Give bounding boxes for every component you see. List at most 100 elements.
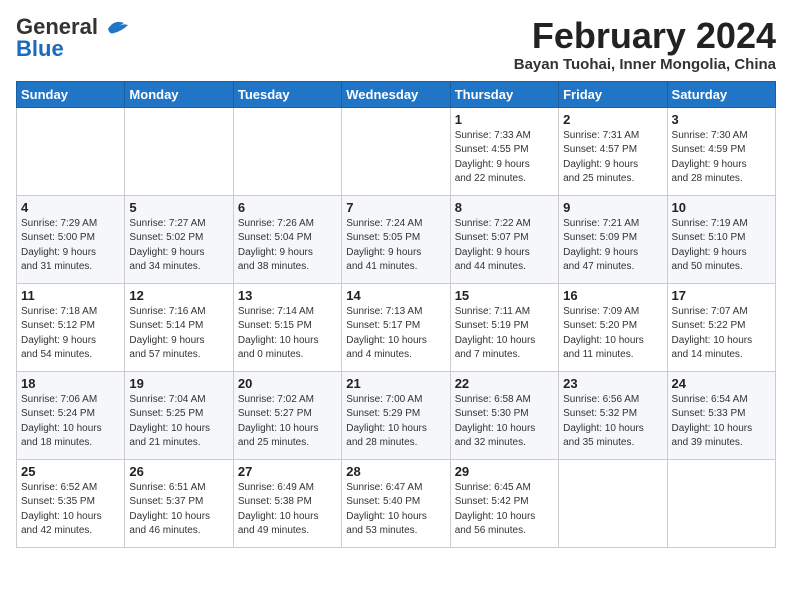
logo-bird-icon — [100, 15, 132, 43]
calendar-week-1: 1 Sunrise: 7:33 AMSunset: 4:55 PMDaylight… — [17, 107, 776, 195]
day-number: 6 — [238, 200, 337, 215]
day-number: 17 — [672, 288, 771, 303]
weekday-header-monday: Monday — [125, 81, 233, 107]
calendar-cell: 16 Sunrise: 7:09 AMSunset: 5:20 PMDayligh… — [559, 283, 667, 371]
day-info: Sunrise: 6:51 AMSunset: 5:37 PMDaylight:… — [129, 481, 228, 539]
calendar-cell: 23Sunrise: 6:56 AMSunset: 5:32 PMDayligh… — [559, 371, 667, 459]
weekday-header-tuesday: Tuesday — [233, 81, 341, 107]
calendar-cell — [125, 107, 233, 195]
location: Bayan Tuohai, Inner Mongolia, China — [514, 56, 776, 73]
calendar-cell: 29 Sunrise: 6:45 AMSunset: 5:42 PMDayligh… — [450, 459, 558, 547]
day-info: Sunrise: 6:45 AMSunset: 5:42 PMDaylight:… — [455, 481, 554, 539]
calendar-cell: 2 Sunrise: 7:31 AMSunset: 4:57 PMDaylight… — [559, 107, 667, 195]
day-number: 1 — [455, 112, 554, 127]
day-info: Sunrise: 6:52 AMSunset: 5:35 PMDaylight:… — [21, 481, 120, 539]
day-info: Sunrise: 6:47 AMSunset: 5:40 PMDaylight:… — [346, 481, 445, 539]
calendar-cell: 25 Sunrise: 6:52 AMSunset: 5:35 PMDayligh… — [17, 459, 125, 547]
weekday-header-friday: Friday — [559, 81, 667, 107]
calendar-week-5: 25 Sunrise: 6:52 AMSunset: 5:35 PMDayligh… — [17, 459, 776, 547]
day-number: 15 — [455, 288, 554, 303]
day-info: Sunrise: 7:07 AMSunset: 5:22 PMDaylight:… — [672, 305, 771, 363]
day-number: 13 — [238, 288, 337, 303]
day-info: Sunrise: 7:26 AMSunset: 5:04 PMDaylight:… — [238, 217, 337, 275]
calendar-cell: 24 Sunrise: 6:54 AMSunset: 5:33 PMDayligh… — [667, 371, 775, 459]
logo: General Blue — [16, 16, 132, 60]
day-info: Sunrise: 7:31 AMSunset: 4:57 PMDaylight:… — [563, 129, 662, 187]
calendar-cell: 12 Sunrise: 7:16 AMSunset: 5:14 PMDayligh… — [125, 283, 233, 371]
day-number: 18 — [21, 376, 120, 391]
day-info: Sunrise: 7:22 AMSunset: 5:07 PMDaylight:… — [455, 217, 554, 275]
weekday-header-saturday: Saturday — [667, 81, 775, 107]
day-info: Sunrise: 7:13 AMSunset: 5:17 PMDaylight:… — [346, 305, 445, 363]
day-number: 5 — [129, 200, 228, 215]
calendar-cell — [559, 459, 667, 547]
day-info: Sunrise: 7:09 AMSunset: 5:20 PMDaylight:… — [563, 305, 662, 363]
day-number: 14 — [346, 288, 445, 303]
calendar-cell: 27Sunrise: 6:49 AMSunset: 5:38 PMDayligh… — [233, 459, 341, 547]
day-info: Sunrise: 7:19 AMSunset: 5:10 PMDaylight:… — [672, 217, 771, 275]
day-number: 2 — [563, 112, 662, 127]
day-number: 28 — [346, 464, 445, 479]
day-number: 22 — [455, 376, 554, 391]
day-number: 21 — [346, 376, 445, 391]
weekday-header-wednesday: Wednesday — [342, 81, 450, 107]
calendar-cell: 5 Sunrise: 7:27 AMSunset: 5:02 PMDaylight… — [125, 195, 233, 283]
calendar-week-4: 18 Sunrise: 7:06 AMSunset: 5:24 PMDayligh… — [17, 371, 776, 459]
day-info: Sunrise: 7:24 AMSunset: 5:05 PMDaylight:… — [346, 217, 445, 275]
day-number: 4 — [21, 200, 120, 215]
day-info: Sunrise: 6:54 AMSunset: 5:33 PMDaylight:… — [672, 393, 771, 451]
day-number: 24 — [672, 376, 771, 391]
calendar-cell: 1 Sunrise: 7:33 AMSunset: 4:55 PMDaylight… — [450, 107, 558, 195]
calendar-cell: 13 Sunrise: 7:14 AMSunset: 5:15 PMDayligh… — [233, 283, 341, 371]
day-info: Sunrise: 7:33 AMSunset: 4:55 PMDaylight:… — [455, 129, 554, 187]
day-number: 8 — [455, 200, 554, 215]
calendar-cell: 10Sunrise: 7:19 AMSunset: 5:10 PMDayligh… — [667, 195, 775, 283]
calendar-cell: 9Sunrise: 7:21 AMSunset: 5:09 PMDaylight… — [559, 195, 667, 283]
day-info: Sunrise: 7:18 AMSunset: 5:12 PMDaylight:… — [21, 305, 120, 363]
logo-blue: Blue — [16, 36, 64, 61]
day-number: 20 — [238, 376, 337, 391]
calendar-week-3: 11 Sunrise: 7:18 AMSunset: 5:12 PMDayligh… — [17, 283, 776, 371]
calendar-table: SundayMondayTuesdayWednesdayThursdayFrid… — [16, 81, 776, 548]
day-number: 29 — [455, 464, 554, 479]
day-number: 11 — [21, 288, 120, 303]
day-info: Sunrise: 7:14 AMSunset: 5:15 PMDaylight:… — [238, 305, 337, 363]
calendar-cell: 11 Sunrise: 7:18 AMSunset: 5:12 PMDayligh… — [17, 283, 125, 371]
day-number: 19 — [129, 376, 228, 391]
calendar-cell: 15 Sunrise: 7:11 AMSunset: 5:19 PMDayligh… — [450, 283, 558, 371]
calendar-week-2: 4Sunrise: 7:29 AMSunset: 5:00 PMDaylight… — [17, 195, 776, 283]
page-header: General Blue February 2024 Bayan Tuohai,… — [16, 16, 776, 73]
calendar-cell: 21 Sunrise: 7:00 AMSunset: 5:29 PMDayligh… — [342, 371, 450, 459]
calendar-cell: 22 Sunrise: 6:58 AMSunset: 5:30 PMDayligh… — [450, 371, 558, 459]
day-number: 12 — [129, 288, 228, 303]
calendar-cell — [233, 107, 341, 195]
weekday-header-row: SundayMondayTuesdayWednesdayThursdayFrid… — [17, 81, 776, 107]
day-number: 26 — [129, 464, 228, 479]
weekday-header-thursday: Thursday — [450, 81, 558, 107]
day-info: Sunrise: 7:16 AMSunset: 5:14 PMDaylight:… — [129, 305, 228, 363]
day-info: Sunrise: 6:56 AMSunset: 5:32 PMDaylight:… — [563, 393, 662, 451]
day-info: Sunrise: 7:02 AMSunset: 5:27 PMDaylight:… — [238, 393, 337, 451]
calendar-cell: 17 Sunrise: 7:07 AMSunset: 5:22 PMDayligh… — [667, 283, 775, 371]
calendar-cell: 19Sunrise: 7:04 AMSunset: 5:25 PMDayligh… — [125, 371, 233, 459]
day-number: 7 — [346, 200, 445, 215]
day-info: Sunrise: 7:06 AMSunset: 5:24 PMDaylight:… — [21, 393, 120, 451]
calendar-cell: 28 Sunrise: 6:47 AMSunset: 5:40 PMDayligh… — [342, 459, 450, 547]
calendar-cell — [342, 107, 450, 195]
calendar-cell: 8 Sunrise: 7:22 AMSunset: 5:07 PMDaylight… — [450, 195, 558, 283]
calendar-cell — [667, 459, 775, 547]
title-block: February 2024 Bayan Tuohai, Inner Mongol… — [514, 16, 776, 73]
day-info: Sunrise: 7:00 AMSunset: 5:29 PMDaylight:… — [346, 393, 445, 451]
calendar-cell: 7 Sunrise: 7:24 AMSunset: 5:05 PMDaylight… — [342, 195, 450, 283]
day-number: 25 — [21, 464, 120, 479]
calendar-cell: 4Sunrise: 7:29 AMSunset: 5:00 PMDaylight… — [17, 195, 125, 283]
day-info: Sunrise: 7:27 AMSunset: 5:02 PMDaylight:… — [129, 217, 228, 275]
day-number: 27 — [238, 464, 337, 479]
calendar-cell: 3Sunrise: 7:30 AMSunset: 4:59 PMDaylight… — [667, 107, 775, 195]
day-number: 16 — [563, 288, 662, 303]
month-title: February 2024 — [514, 16, 776, 56]
day-info: Sunrise: 6:58 AMSunset: 5:30 PMDaylight:… — [455, 393, 554, 451]
calendar-cell: 6 Sunrise: 7:26 AMSunset: 5:04 PMDaylight… — [233, 195, 341, 283]
calendar-cell — [17, 107, 125, 195]
day-info: Sunrise: 7:11 AMSunset: 5:19 PMDaylight:… — [455, 305, 554, 363]
